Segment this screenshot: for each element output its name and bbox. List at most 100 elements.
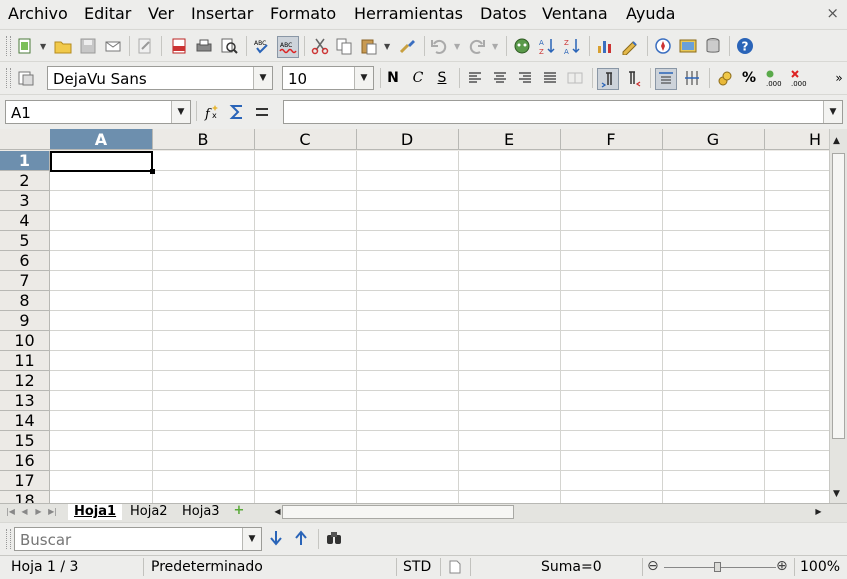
toolbar-grip[interactable] bbox=[6, 36, 11, 56]
formula-expand-icon[interactable]: ▼ bbox=[823, 101, 842, 123]
spellcheck-icon[interactable]: ABC bbox=[253, 37, 271, 55]
next-sheet-icon[interactable]: ▶ bbox=[33, 506, 44, 518]
copy-icon[interactable] bbox=[335, 37, 353, 55]
styles-formatting-icon[interactable] bbox=[17, 69, 35, 87]
search-input[interactable] bbox=[18, 529, 244, 551]
row-header-16[interactable]: 16 bbox=[0, 451, 50, 471]
last-sheet-icon[interactable]: ▶| bbox=[47, 506, 58, 518]
name-box[interactable]: A1 ▼ bbox=[5, 100, 191, 124]
row-header-17[interactable]: 17 bbox=[0, 471, 50, 491]
row-header-4[interactable]: 4 bbox=[0, 211, 50, 231]
name-box-dropdown-icon[interactable]: ▼ bbox=[171, 101, 190, 123]
bold-button[interactable]: N bbox=[384, 69, 402, 87]
formula-input[interactable]: ▼ bbox=[283, 100, 843, 124]
row-header-11[interactable]: 11 bbox=[0, 351, 50, 371]
row-header-13[interactable]: 13 bbox=[0, 391, 50, 411]
column-header-b[interactable]: B bbox=[152, 129, 255, 150]
first-sheet-icon[interactable]: |◀ bbox=[5, 506, 16, 518]
function-wizard-icon[interactable]: fx bbox=[203, 103, 221, 121]
column-header-g[interactable]: G bbox=[662, 129, 765, 150]
menu-ver[interactable]: Ver bbox=[148, 5, 174, 23]
vertical-scrollbar[interactable]: ▲ ▼ bbox=[829, 129, 847, 503]
page-style[interactable]: Predeterminado bbox=[151, 559, 263, 575]
email-icon[interactable] bbox=[104, 37, 122, 55]
row-header-10[interactable]: 10 bbox=[0, 331, 50, 351]
column-header-c[interactable]: C bbox=[254, 129, 357, 150]
undo-dropdown-arrow[interactable]: ▼ bbox=[454, 42, 460, 51]
row-header-9[interactable]: 9 bbox=[0, 311, 50, 331]
font-name-combo[interactable]: DejaVu Sans ▼ bbox=[47, 66, 273, 90]
align-top-icon[interactable] bbox=[655, 68, 677, 90]
row-header-2[interactable]: 2 bbox=[0, 171, 50, 191]
previous-sheet-icon[interactable]: ◀ bbox=[19, 506, 30, 518]
column-header-e[interactable]: E bbox=[458, 129, 561, 150]
menu-archivo[interactable]: Archivo bbox=[8, 5, 68, 23]
gallery-icon[interactable] bbox=[654, 37, 672, 55]
redo-dropdown-arrow[interactable]: ▼ bbox=[492, 42, 498, 51]
select-all-corner[interactable] bbox=[0, 129, 51, 150]
print-icon[interactable] bbox=[195, 37, 213, 55]
spreadsheet-grid[interactable]: ABCDEFGH 1 2 3 4 5 6 7 8 9 10 11 12 13 14 15 16 17 18 bbox=[0, 129, 829, 503]
fill-handle[interactable] bbox=[150, 169, 155, 174]
justify-icon[interactable] bbox=[541, 69, 559, 87]
edit-file-icon[interactable] bbox=[136, 37, 154, 55]
search-history-dropdown-icon[interactable]: ▼ bbox=[242, 528, 261, 550]
print-preview-icon[interactable] bbox=[220, 37, 238, 55]
align-vertical-center-icon[interactable] bbox=[683, 69, 701, 87]
scroll-down-arrow-icon[interactable]: ▼ bbox=[833, 489, 840, 499]
toolbar-grip[interactable] bbox=[6, 529, 11, 549]
undo-icon[interactable] bbox=[430, 37, 448, 55]
vertical-scroll-thumb[interactable] bbox=[832, 153, 845, 439]
merge-cells-icon[interactable] bbox=[566, 69, 584, 87]
currency-format-icon[interactable] bbox=[716, 69, 734, 87]
selection-mode[interactable]: STD bbox=[403, 559, 431, 575]
equals-icon[interactable] bbox=[253, 103, 271, 121]
row-header-7[interactable]: 7 bbox=[0, 271, 50, 291]
navigator-icon[interactable] bbox=[513, 37, 531, 55]
cut-icon[interactable] bbox=[311, 37, 329, 55]
paste-dropdown-arrow[interactable]: ▼ bbox=[384, 42, 390, 51]
row-header-6[interactable]: 6 bbox=[0, 251, 50, 271]
menu-ayuda[interactable]: Ayuda bbox=[626, 5, 675, 23]
row-header-1[interactable]: 1 bbox=[0, 151, 50, 171]
sheet-tab-hoja2[interactable]: Hoja2 bbox=[124, 504, 174, 520]
sheet-tab-hoja3[interactable]: Hoja3 bbox=[176, 504, 226, 520]
align-center-icon[interactable] bbox=[491, 69, 509, 87]
cell-cursor[interactable] bbox=[50, 151, 155, 174]
menu-insertar[interactable]: Insertar bbox=[191, 5, 253, 23]
row-header-12[interactable]: 12 bbox=[0, 371, 50, 391]
font-size-combo[interactable]: 10 ▼ bbox=[282, 66, 374, 90]
row-header-3[interactable]: 3 bbox=[0, 191, 50, 211]
export-pdf-icon[interactable] bbox=[170, 37, 188, 55]
add-decimal-icon[interactable]: .000 bbox=[765, 69, 783, 87]
document-modified-icon[interactable] bbox=[449, 560, 461, 578]
save-icon[interactable] bbox=[79, 37, 97, 55]
add-sheet-icon[interactable]: + bbox=[232, 504, 246, 517]
font-size-dropdown-icon[interactable]: ▼ bbox=[354, 67, 373, 89]
format-paintbrush-icon[interactable] bbox=[398, 37, 416, 55]
menu-formato[interactable]: Formato bbox=[270, 5, 336, 23]
row-header-15[interactable]: 15 bbox=[0, 431, 50, 451]
horizontal-scroll-thumb[interactable] bbox=[282, 505, 514, 519]
sort-ascending-icon[interactable]: AZ bbox=[538, 37, 556, 55]
sum-icon[interactable] bbox=[228, 103, 246, 121]
menu-ventana[interactable]: Ventana bbox=[542, 5, 608, 23]
more-options-button[interactable]: » bbox=[830, 69, 847, 87]
underline-button[interactable]: S bbox=[433, 69, 451, 87]
paste-icon[interactable] bbox=[360, 37, 378, 55]
rtl-paragraph-icon[interactable] bbox=[624, 69, 642, 87]
align-left-icon[interactable] bbox=[466, 69, 484, 87]
binoculars-icon[interactable] bbox=[325, 529, 343, 547]
ltr-paragraph-icon[interactable] bbox=[597, 68, 619, 90]
find-previous-icon[interactable] bbox=[292, 529, 310, 547]
zoom-percentage[interactable]: 100% bbox=[800, 559, 840, 575]
chart-icon[interactable] bbox=[596, 37, 614, 55]
sheet-tab-hoja1[interactable]: Hoja1 bbox=[68, 504, 123, 520]
new-document-icon[interactable] bbox=[16, 37, 34, 55]
scroll-up-arrow-icon[interactable]: ▲ bbox=[833, 136, 840, 146]
data-sources-icon[interactable] bbox=[704, 37, 722, 55]
row-header-14[interactable]: 14 bbox=[0, 411, 50, 431]
horizontal-scrollbar[interactable]: ◀ ▶ bbox=[272, 505, 828, 520]
help-icon[interactable]: ? bbox=[736, 37, 754, 55]
toolbar-grip[interactable] bbox=[6, 68, 11, 88]
